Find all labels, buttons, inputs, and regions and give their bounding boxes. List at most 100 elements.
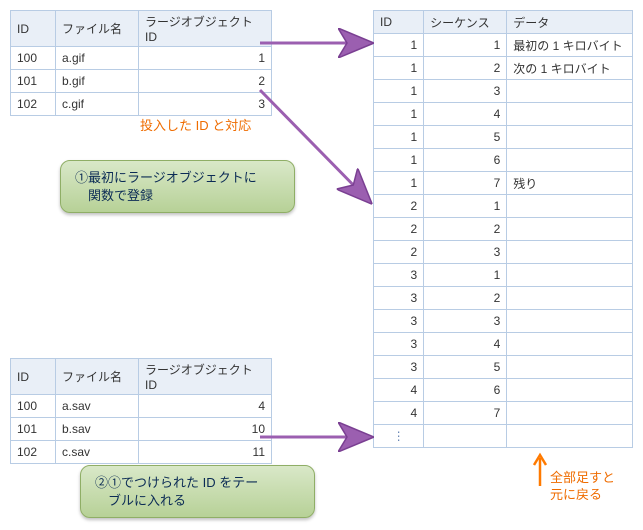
table-row: 15	[374, 126, 633, 149]
col-header-sequence: シーケンス	[424, 11, 507, 34]
cell-id: 101	[11, 418, 56, 441]
table-files-bottom: ID ファイル名 ラージオブジェクト ID 100 a.sav 4 101 b.…	[10, 358, 272, 464]
table-row: 32	[374, 287, 633, 310]
cell-id: 102	[11, 93, 56, 116]
cell-seq: 2	[424, 57, 507, 80]
cell-seq: 5	[424, 126, 507, 149]
col-header-filename: ファイル名	[56, 359, 139, 395]
annotation-sum-line1: 全部足すと	[550, 470, 615, 485]
cell-data: 残り	[507, 172, 633, 195]
table-row: 12次の 1 キロバイト	[374, 57, 633, 80]
table-files-top: ID ファイル名 ラージオブジェクト ID 100 a.gif 1 101 b.…	[10, 10, 272, 116]
cell-lo: 10	[139, 418, 272, 441]
cell-seq: 3	[424, 241, 507, 264]
diagram-stage: ID ファイル名 ラージオブジェクト ID 100 a.gif 1 101 b.…	[10, 10, 633, 520]
table-row: 100 a.gif 1	[11, 47, 272, 70]
cell-id: 102	[11, 441, 56, 464]
cell-seq: 2	[424, 287, 507, 310]
col-header-filename: ファイル名	[56, 11, 139, 47]
cell-id: 3	[374, 287, 424, 310]
cell-seq: 7	[424, 172, 507, 195]
cell-data	[507, 218, 633, 241]
cell-id: 2	[374, 218, 424, 241]
table-row: 34	[374, 333, 633, 356]
table-row: 102 c.gif 3	[11, 93, 272, 116]
col-header-data: データ	[507, 11, 633, 34]
annotation-id-corresponds: 投入した ID と対応	[140, 115, 251, 134]
table-row: 33	[374, 310, 633, 333]
callout-text-line: ①最初にラージオブジェクトに	[75, 170, 257, 185]
callout-text-line: ②①でつけられた ID をテー	[95, 475, 258, 490]
cell-filename: b.gif	[56, 70, 139, 93]
cell-id: 1	[374, 34, 424, 57]
cell-data	[507, 402, 633, 425]
cell-data: 最初の 1 キロバイト	[507, 34, 633, 57]
table-row: 14	[374, 103, 633, 126]
cell-seq: 3	[424, 310, 507, 333]
cell-id: 3	[374, 356, 424, 379]
cell-id: 1	[374, 57, 424, 80]
table-row: 31	[374, 264, 633, 287]
cell-filename: c.sav	[56, 441, 139, 464]
cell-id: 100	[11, 395, 56, 418]
cell-data	[507, 195, 633, 218]
cell-data	[507, 149, 633, 172]
table-row: 35	[374, 356, 633, 379]
cell-seq: 6	[424, 379, 507, 402]
cell-filename: a.sav	[56, 395, 139, 418]
table-row: 46	[374, 379, 633, 402]
cell-data	[507, 241, 633, 264]
cell-lo: 1	[139, 47, 272, 70]
cell-id: 1	[374, 172, 424, 195]
cell-id: 1	[374, 80, 424, 103]
cell-id: 4	[374, 379, 424, 402]
cell-data	[507, 333, 633, 356]
cell-seq: 5	[424, 356, 507, 379]
cell-lo: 2	[139, 70, 272, 93]
table-row: 101 b.gif 2	[11, 70, 272, 93]
cell-id: 101	[11, 70, 56, 93]
cell-filename: b.sav	[56, 418, 139, 441]
col-header-id: ID	[11, 359, 56, 395]
cell-data: 次の 1 キロバイト	[507, 57, 633, 80]
cell-seq: 1	[424, 264, 507, 287]
table-row: 23	[374, 241, 633, 264]
annotation-sum: 全部足すと 元に戻る	[550, 470, 615, 504]
cell-seq: 2	[424, 218, 507, 241]
col-header-id: ID	[11, 11, 56, 47]
cell-seq: 1	[424, 195, 507, 218]
table-row: 102 c.sav 11	[11, 441, 272, 464]
callout-text-line: 関数で登録	[75, 188, 153, 203]
cell-id: 3	[374, 310, 424, 333]
table-row: 22	[374, 218, 633, 241]
table-row: 100 a.sav 4	[11, 395, 272, 418]
cell-data	[507, 356, 633, 379]
cell-seq: 1	[424, 34, 507, 57]
cell-data	[507, 287, 633, 310]
table-row: 101 b.sav 10	[11, 418, 272, 441]
cell-data	[507, 103, 633, 126]
cell-ellipsis: ⋮	[374, 425, 424, 448]
callout-step-2: ②①でつけられた ID をテー ブルに入れる	[80, 465, 315, 518]
cell-lo: 3	[139, 93, 272, 116]
cell-lo: 11	[139, 441, 272, 464]
table-row: 21	[374, 195, 633, 218]
cell-seq: 3	[424, 80, 507, 103]
cell-seq: 4	[424, 333, 507, 356]
cell-filename: c.gif	[56, 93, 139, 116]
cell-filename: a.gif	[56, 47, 139, 70]
cell-lo: 4	[139, 395, 272, 418]
cell-id: 3	[374, 333, 424, 356]
cell-id: 3	[374, 264, 424, 287]
cell-seq: 4	[424, 103, 507, 126]
table-row: 47	[374, 402, 633, 425]
col-header-id: ID	[374, 11, 424, 34]
cell-data	[507, 264, 633, 287]
cell-id: 2	[374, 195, 424, 218]
cell-id: 4	[374, 402, 424, 425]
annotation-sum-line2: 元に戻る	[550, 487, 602, 502]
table-row: 17残り	[374, 172, 633, 195]
callout-text-line: ブルに入れる	[95, 493, 186, 508]
callout-step-1: ①最初にラージオブジェクトに 関数で登録	[60, 160, 295, 213]
cell-id: 1	[374, 126, 424, 149]
